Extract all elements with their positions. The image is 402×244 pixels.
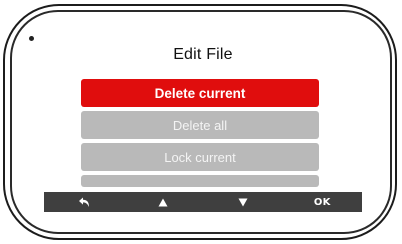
triangle-down-icon	[238, 198, 248, 206]
up-button[interactable]	[124, 192, 204, 212]
menu-item-delete-all[interactable]: Delete all	[81, 111, 319, 139]
back-button[interactable]	[44, 192, 124, 212]
ok-label: OK	[313, 196, 331, 208]
triangle-up-icon	[158, 198, 168, 206]
ok-button[interactable]: OK	[283, 192, 363, 212]
sensor-dot	[29, 36, 34, 41]
softkey-bar: OK	[44, 192, 362, 212]
menu-item-label: Delete current	[154, 85, 246, 101]
page-title: Edit File	[173, 46, 233, 63]
down-button[interactable]	[203, 192, 283, 212]
menu-item-partially-visible[interactable]	[81, 175, 319, 187]
device-screen: Edit File Delete current Delete all Lock…	[44, 26, 362, 212]
menu-item-lock-current[interactable]: Lock current	[81, 143, 319, 171]
menu-item-label: Delete all	[172, 117, 228, 133]
menu-item-delete-current[interactable]: Delete current	[81, 79, 319, 107]
menu-item-label: Lock current	[164, 149, 236, 165]
back-arrow-icon	[78, 197, 89, 207]
edit-file-menu: Delete current Delete all Lock current	[81, 79, 319, 191]
